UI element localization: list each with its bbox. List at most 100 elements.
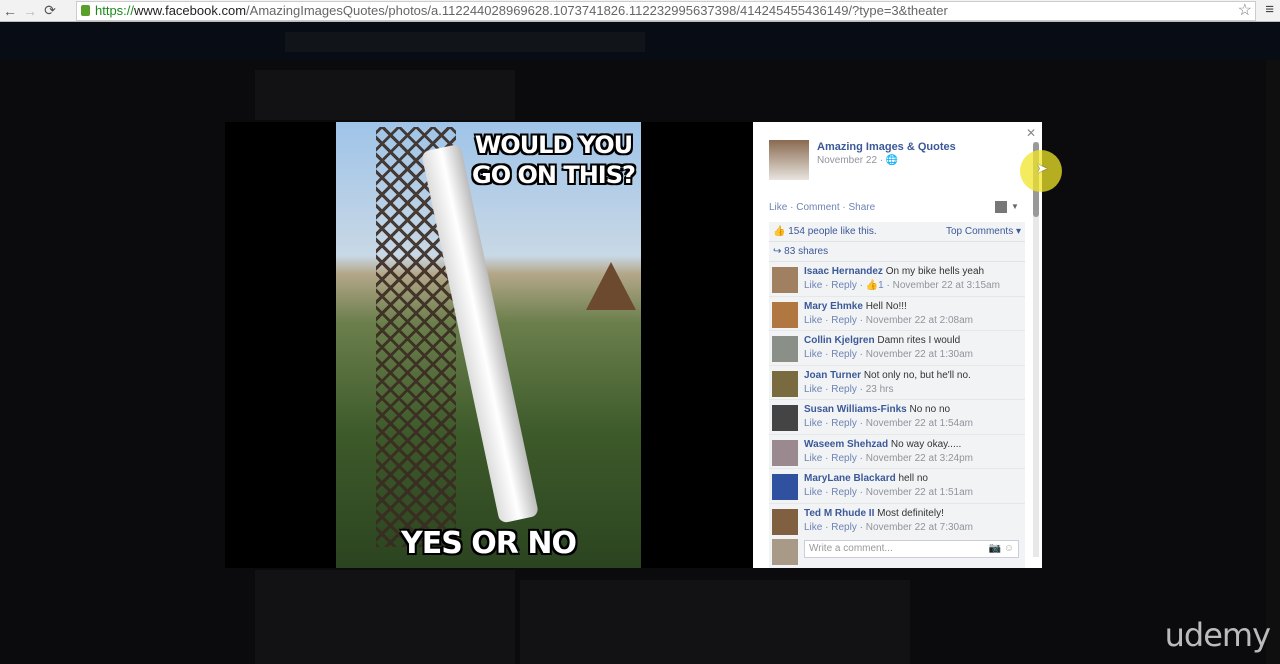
comment-text: No no no (909, 404, 951, 415)
comment-meta: Like · Reply · November 22 at 1:54am (804, 418, 973, 429)
chevron-down-icon[interactable]: ▼ (1011, 202, 1019, 211)
emoji-icon[interactable]: ☺ (1004, 543, 1014, 554)
panel-scrollbar[interactable] (1033, 142, 1039, 557)
shares-summary: ↪ 83 shares (769, 242, 1025, 262)
viewer-avatar[interactable] (995, 201, 1007, 213)
udemy-watermark: udemy (1164, 616, 1271, 654)
address-bar[interactable]: https://www.facebook.com/AmazingImagesQu… (76, 1, 1256, 21)
comment-timestamp[interactable]: November 22 at 1:54am (866, 418, 973, 429)
comment-reply-button[interactable]: Reply (831, 315, 857, 326)
comment-like-button[interactable]: Like (804, 453, 822, 464)
facebook-search (285, 32, 645, 52)
comment-line: Ted M Rhude II Most definitely! (804, 508, 944, 519)
menu-icon[interactable]: ≡ (1265, 1, 1274, 18)
photo: WOULD YOU GO ON THIS? YES OR NO (336, 122, 641, 568)
comment-meta: Like · Reply · November 22 at 1:51am (804, 487, 973, 498)
comment-line: Collin Kjelgren Damn rites I would (804, 335, 960, 346)
comment-reply-button[interactable]: Reply (831, 453, 857, 464)
close-icon[interactable]: ✕ (1026, 126, 1036, 140)
comment-timestamp[interactable]: November 22 at 3:15am (893, 280, 1000, 291)
comment-reply-button[interactable]: Reply (831, 280, 857, 291)
camera-icon[interactable]: 📷 (989, 543, 1001, 554)
commenter-avatar[interactable] (772, 301, 798, 328)
likes-summary: 👍 154 people like this. Top Comments ▾ (769, 222, 1025, 242)
comment-line: Joan Turner Not only no, but he'll no. (804, 370, 971, 381)
commenter-name[interactable]: MaryLane Blackard (804, 473, 896, 484)
commenter-avatar[interactable] (772, 336, 798, 362)
comment-like-button[interactable]: Like (804, 487, 822, 498)
comment-line: Waseem Shehzad No way okay..... (804, 439, 961, 450)
like-button[interactable]: Like (769, 202, 787, 213)
user-avatar (772, 539, 798, 565)
forward-icon[interactable]: → (20, 3, 40, 19)
lock-icon (81, 5, 90, 16)
url-host: www.facebook.com (134, 3, 247, 18)
commenter-name[interactable]: Mary Ehmke (804, 301, 863, 312)
comment-like-button[interactable]: Like (804, 315, 822, 326)
comment-timestamp[interactable]: 23 hrs (866, 384, 894, 395)
likes-link[interactable]: 154 people like this. (788, 226, 876, 237)
top-comments-dropdown[interactable]: Top Comments ▾ (946, 222, 1021, 242)
comment-timestamp[interactable]: November 22 at 1:30am (866, 349, 973, 360)
commenter-name[interactable]: Susan Williams-Finks (804, 404, 907, 415)
comment-like-button[interactable]: Like (804, 418, 822, 429)
comment-line: Mary Ehmke Hell No!!! (804, 301, 907, 312)
comment-text: No way okay..... (890, 438, 962, 450)
post-actions: Like · Comment · Share (769, 202, 876, 213)
facebook-header (0, 23, 1280, 60)
comment-item: Ted M Rhude II Most definitely! Like · R… (769, 504, 1025, 538)
comment-reply-button[interactable]: Reply (831, 522, 857, 533)
share-button[interactable]: Share (849, 202, 876, 213)
commenter-name[interactable]: Waseem Shehzad (804, 439, 888, 450)
page-avatar[interactable] (769, 140, 809, 180)
commenter-avatar[interactable] (772, 267, 798, 293)
comment-item: Collin Kjelgren Damn rites I would Like … (769, 331, 1025, 366)
comment-like-button[interactable]: Like (804, 384, 822, 395)
comment-like-button[interactable]: Like (804, 280, 822, 291)
comment-meta: Like · Reply · 👍1 · November 22 at 3:15a… (804, 280, 1000, 291)
browser-toolbar: ← → ⟳ https://www.facebook.com/AmazingIm… (0, 0, 1280, 22)
comment-timestamp[interactable]: November 22 at 3:24pm (866, 453, 973, 464)
comment-like-button[interactable]: Like (804, 349, 822, 360)
comment-meta: Like · Reply · 23 hrs (804, 383, 894, 395)
comment-button[interactable]: Comment (796, 202, 839, 213)
comment-reply-button[interactable]: Reply (831, 487, 857, 498)
comment-like-button[interactable]: Like (804, 522, 822, 533)
background-page-posts (520, 580, 910, 664)
commenter-name[interactable]: Ted M Rhude II (804, 508, 874, 519)
comment-timestamp[interactable]: November 22 at 2:08am (866, 315, 973, 326)
comment-line: Susan Williams-Finks No no no (804, 404, 950, 415)
commenter-name[interactable]: Isaac Hernandez (804, 266, 883, 277)
url-path: /AmazingImagesQuotes/photos/a.1122440289… (246, 3, 948, 18)
commenter-avatar[interactable] (772, 405, 798, 431)
comment-timestamp[interactable]: November 22 at 1:51am (866, 487, 973, 498)
commenter-avatar[interactable] (772, 370, 798, 397)
comment-text: Damn rites I would (877, 335, 961, 346)
comment-reply-button[interactable]: Reply (831, 349, 857, 360)
background-page (255, 70, 515, 120)
comment-reply-button[interactable]: Reply (831, 418, 857, 429)
post-side-panel: ✕ Amazing Images & Quotes November 22 · … (753, 122, 1042, 568)
comment-meta: Like · Reply · November 22 at 3:24pm (804, 452, 973, 464)
commenter-name[interactable]: Joan Turner (804, 370, 861, 381)
bookmark-star-icon[interactable]: ☆ (1238, 0, 1252, 20)
comment-reply-button[interactable]: Reply (831, 384, 857, 395)
commenter-name[interactable]: Collin Kjelgren (804, 335, 875, 346)
comment-input[interactable]: Write a comment... 📷 ☺ (804, 540, 1019, 558)
comment-timestamp[interactable]: November 22 at 7:30am (866, 522, 973, 533)
page-name-link[interactable]: Amazing Images & Quotes (817, 141, 956, 153)
commenter-avatar[interactable] (772, 508, 798, 535)
post-date-text: November 22 · (817, 155, 886, 166)
commenter-avatar[interactable] (772, 439, 798, 466)
back-icon[interactable]: ← (0, 3, 20, 19)
comment-like-count[interactable]: 1 (878, 280, 884, 291)
comment-text: Hell No!!! (865, 300, 907, 312)
shares-link[interactable]: 83 shares (784, 246, 828, 257)
background-page-photos (255, 570, 515, 664)
reload-icon[interactable]: ⟳ (40, 2, 60, 19)
comment-meta: Like · Reply · November 22 at 2:08am (804, 314, 973, 326)
feedback-box: 👍 154 people like this. Top Comments ▾ ↪ … (769, 222, 1025, 538)
page-scrollbar[interactable] (1266, 60, 1280, 664)
commenter-avatar[interactable] (772, 474, 798, 500)
comment-line: MaryLane Blackard hell no (804, 473, 928, 484)
